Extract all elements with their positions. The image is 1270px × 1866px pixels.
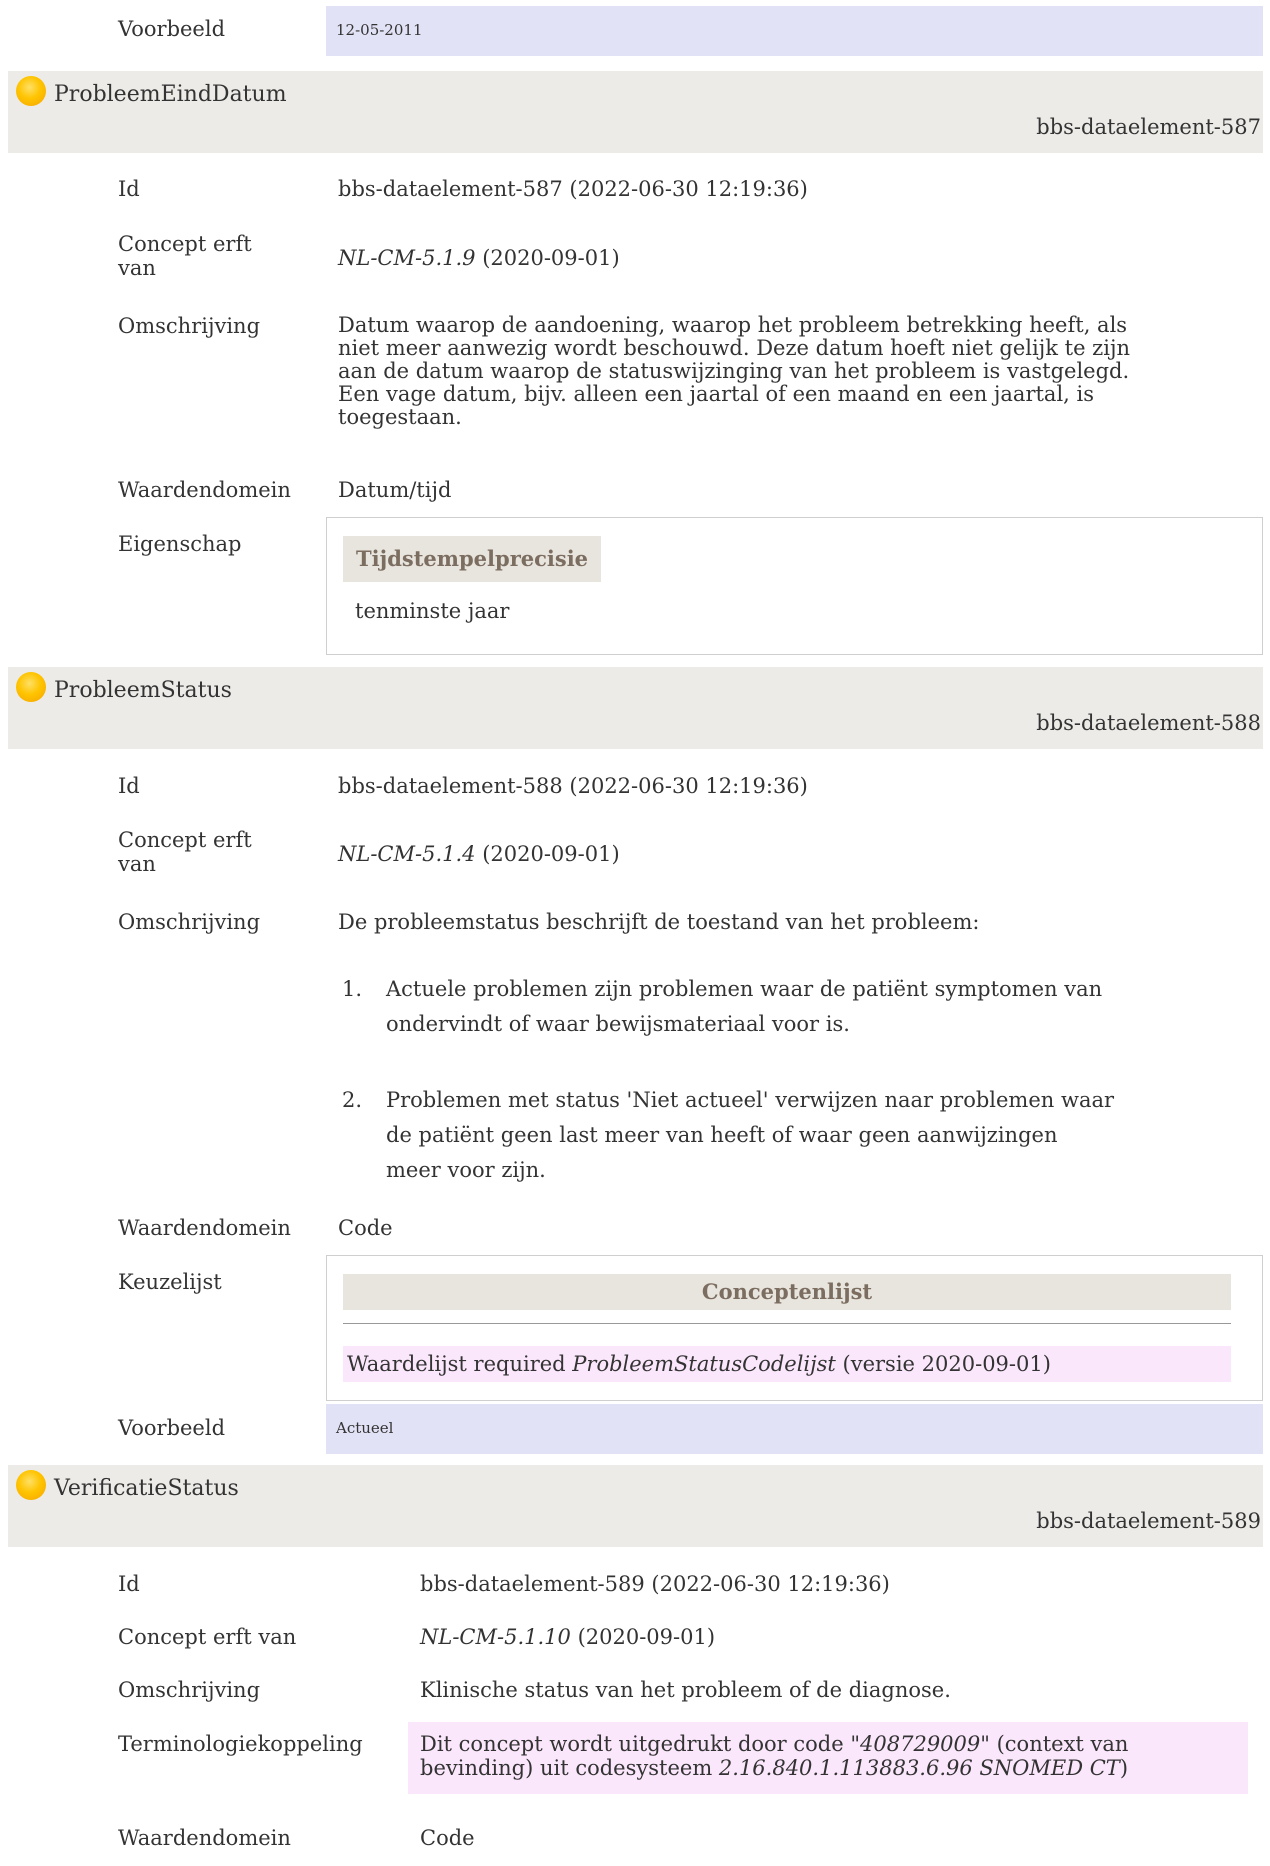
keuzelijst-label: Keuzelijst: [118, 1270, 222, 1294]
status-dot-icon: [16, 1470, 46, 1500]
list-number: 2.: [342, 1088, 363, 1112]
id-value: bbs-dataelement-589 (2022-06-30 12:19:36…: [420, 1572, 890, 1596]
concept-label-line: van: [118, 256, 156, 280]
status-dot-icon: [16, 76, 46, 106]
terminologie-text: bevinding) uit codesysteem: [420, 1756, 719, 1780]
waardendomein-value: Code: [338, 1216, 393, 1240]
eigenschap-label: Eigenschap: [118, 532, 242, 556]
concept-value: NL-CM-5.1.9 (2020-09-01): [338, 246, 620, 270]
id-label: Id: [118, 1572, 140, 1596]
omschrijving-list: 1. Actuele problemen zijn problemen waar…: [338, 972, 1102, 1042]
concept-label-line: van: [118, 852, 156, 876]
concept-ref-link[interactable]: NL-CM-5.1.9: [338, 246, 476, 270]
dataelement-title: ProbleemEindDatum: [54, 82, 287, 107]
id-value: bbs-dataelement-587 (2022-06-30 12:19:36…: [338, 177, 808, 201]
dataelement-title: ProbleemStatus: [54, 678, 232, 703]
dataelement-header-id: bbs-dataelement-588: [1036, 711, 1261, 735]
dataelement-header[interactable]: ProbleemEindDatum bbs-dataelement-587: [8, 71, 1263, 153]
omschrijving-line: niet meer aanwezig wordt beschouwd. Deze…: [338, 336, 1131, 360]
terminologie-line: Dit concept wordt uitgedrukt door code "…: [420, 1732, 1128, 1756]
waardelijst-row: Waardelijst required ProbleemStatusCodel…: [343, 1346, 1231, 1382]
waardendomein-label: Waardendomein: [118, 478, 291, 502]
list-item: 1. Actuele problemen zijn problemen waar…: [338, 972, 1102, 1042]
omschrijving-value: Klinische status van het probleem of de …: [420, 1678, 951, 1702]
omschrijving-list: 2. Problemen met status 'Niet actueel' v…: [338, 1083, 1114, 1188]
terminologie-code: 408729009: [860, 1732, 981, 1756]
voorbeeld-label: Voorbeeld: [118, 1416, 226, 1440]
terminologie-box: Dit concept wordt uitgedrukt door code "…: [408, 1722, 1248, 1794]
waardelijst-link[interactable]: ProbleemStatusCodelijst: [572, 1352, 836, 1376]
list-line: meer voor zijn.: [386, 1158, 546, 1182]
concept-label: Concept erft van: [118, 232, 252, 280]
terminologie-label: Terminologiekoppeling: [118, 1732, 363, 1756]
omschrijving-value: Datum waarop de aandoening, waarop het p…: [338, 314, 1130, 429]
omschrijving-line: toegestaan.: [338, 405, 462, 429]
omschrijving-line: Een vage datum, bijv. alleen een jaartal…: [338, 382, 1095, 406]
waardendomein-label: Waardendomein: [118, 1826, 291, 1850]
list-line: Actuele problemen zijn problemen waar de…: [386, 977, 1103, 1001]
concept-ref-link[interactable]: NL-CM-5.1.4: [338, 842, 476, 866]
divider: [343, 1323, 1231, 1324]
id-value: bbs-dataelement-588 (2022-06-30 12:19:36…: [338, 774, 808, 798]
concept-date: (2020-09-01): [570, 1625, 716, 1649]
concept-date: (2020-09-01): [475, 246, 620, 270]
omschrijving-label: Omschrijving: [118, 314, 261, 338]
omschrijving-intro: De probleemstatus beschrijft de toestand…: [338, 910, 980, 934]
omschrijving-line: aan de datum waarop de statuswijzinging …: [338, 359, 1130, 383]
dataelement-title: VerificatieStatus: [54, 1476, 239, 1501]
id-label: Id: [118, 177, 140, 201]
terminologie-system: 2.16.840.1.113883.6.96 SNOMED CT: [718, 1756, 1120, 1780]
concept-date: (2020-09-01): [475, 842, 620, 866]
waardelijst-suffix: (versie 2020-09-01): [835, 1352, 1051, 1376]
voorbeeld-box: 12-05-2011: [326, 6, 1263, 56]
eigenschap-box: Tijdstempelprecisie tenminste jaar: [326, 517, 1263, 655]
terminologie-text: " (context van: [980, 1732, 1129, 1756]
concept-label: Concept erft van: [118, 828, 252, 876]
omschrijving-line: Datum waarop de aandoening, waarop het p…: [338, 313, 1128, 337]
dataelement-header[interactable]: VerificatieStatus bbs-dataelement-589: [8, 1465, 1263, 1547]
terminologie-line: bevinding) uit codesysteem 2.16.840.1.11…: [420, 1756, 1128, 1780]
id-label: Id: [118, 774, 140, 798]
concept-value: NL-CM-5.1.10 (2020-09-01): [420, 1625, 715, 1649]
list-line: Problemen met status 'Niet actueel' verw…: [386, 1088, 1115, 1112]
dataelement-header[interactable]: ProbleemStatus bbs-dataelement-588: [8, 667, 1263, 749]
eigenschap-header: Tijdstempelprecisie: [343, 536, 602, 582]
waardelijst-prefix: Waardelijst required: [347, 1352, 573, 1376]
voorbeeld-label: Voorbeeld: [118, 17, 226, 41]
concept-label: Concept erft van: [118, 1625, 297, 1649]
conceptenlijst-header: Conceptenlijst: [343, 1274, 1231, 1310]
terminologie-value: Dit concept wordt uitgedrukt door code "…: [420, 1732, 1128, 1780]
concept-label-line: Concept erft: [118, 232, 252, 256]
voorbeeld-value: 12-05-2011: [336, 21, 423, 39]
list-line: ondervindt of waar bewijsmateriaal voor …: [386, 1012, 850, 1036]
list-item: 2. Problemen met status 'Niet actueel' v…: [338, 1083, 1114, 1188]
dataelement-header-id: bbs-dataelement-589: [1036, 1509, 1261, 1533]
list-number: 1.: [342, 977, 363, 1001]
concept-ref-link[interactable]: NL-CM-5.1.10: [420, 1625, 571, 1649]
terminologie-text: Dit concept wordt uitgedrukt door code ": [420, 1732, 861, 1756]
eigenschap-value: tenminste jaar: [355, 599, 510, 623]
dataelement-header-id: bbs-dataelement-587: [1036, 115, 1261, 139]
voorbeeld-value: Actueel: [336, 1419, 394, 1437]
omschrijving-label: Omschrijving: [118, 1678, 261, 1702]
waardendomein-value: Datum/tijd: [338, 478, 452, 502]
concept-label-line: Concept erft: [118, 828, 252, 852]
concept-value: NL-CM-5.1.4 (2020-09-01): [338, 842, 620, 866]
omschrijving-label: Omschrijving: [118, 910, 261, 934]
status-dot-icon: [16, 672, 46, 702]
voorbeeld-box: Actueel: [326, 1404, 1263, 1454]
waardendomein-value: Code: [420, 1826, 475, 1850]
terminologie-text: ): [1119, 1756, 1129, 1780]
waardendomein-label: Waardendomein: [118, 1216, 291, 1240]
keuzelijst-box: Conceptenlijst Waardelijst required Prob…: [326, 1255, 1263, 1401]
list-line: de patiënt geen last meer van heeft of w…: [386, 1123, 1058, 1147]
